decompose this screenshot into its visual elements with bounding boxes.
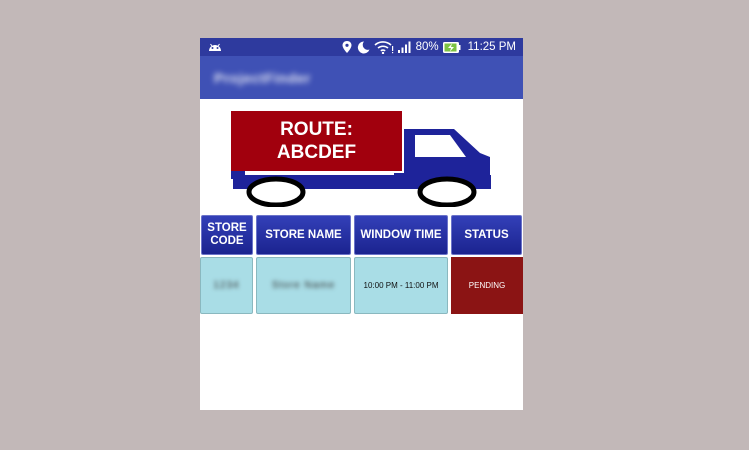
row-store-name[interactable]: Store Name <box>256 257 351 314</box>
status-bar: 80% 11:25 PM <box>200 38 523 56</box>
location-icon <box>342 41 352 53</box>
header-status[interactable]: STATUS <box>451 215 522 255</box>
battery-percent: 80% <box>415 41 439 53</box>
battery-charging-icon <box>442 41 461 53</box>
signal-icon <box>397 41 411 53</box>
row-status-badge[interactable]: PENDING <box>451 257 523 314</box>
header-store-name[interactable]: STORE NAME <box>256 215 351 255</box>
route-label-line2: ABCDEF <box>276 142 357 163</box>
status-value: PENDING <box>468 281 506 290</box>
store-name-value: Store Name <box>271 280 336 291</box>
status-icons: 80% 11:25 PM <box>342 38 516 56</box>
store-code-value: 1234 <box>213 280 240 291</box>
app-title: ProjectFinder <box>214 70 311 86</box>
moon-icon <box>357 40 370 53</box>
row-window-time[interactable]: 10:00 PM - 11:00 PM <box>354 257 448 314</box>
wifi-icon <box>374 40 393 54</box>
app-bar: ProjectFinder <box>200 56 523 99</box>
row-store-code[interactable]: 1234 <box>200 257 253 314</box>
clock: 11:25 PM <box>467 41 516 53</box>
route-banner: ROUTE: ABCDEF <box>228 109 493 207</box>
window-time-value: 10:00 PM - 11:00 PM <box>363 281 439 290</box>
route-label: ROUTE: ABCDEF <box>231 111 402 171</box>
phone-screen: 80% 11:25 PM ProjectFinder ROUTE: ABCDEF… <box>200 38 523 410</box>
header-window-time[interactable]: WINDOW TIME <box>354 215 448 255</box>
route-label-line1: ROUTE: <box>280 119 353 140</box>
header-store-code[interactable]: STORE CODE <box>201 215 253 255</box>
android-icon <box>209 43 221 51</box>
